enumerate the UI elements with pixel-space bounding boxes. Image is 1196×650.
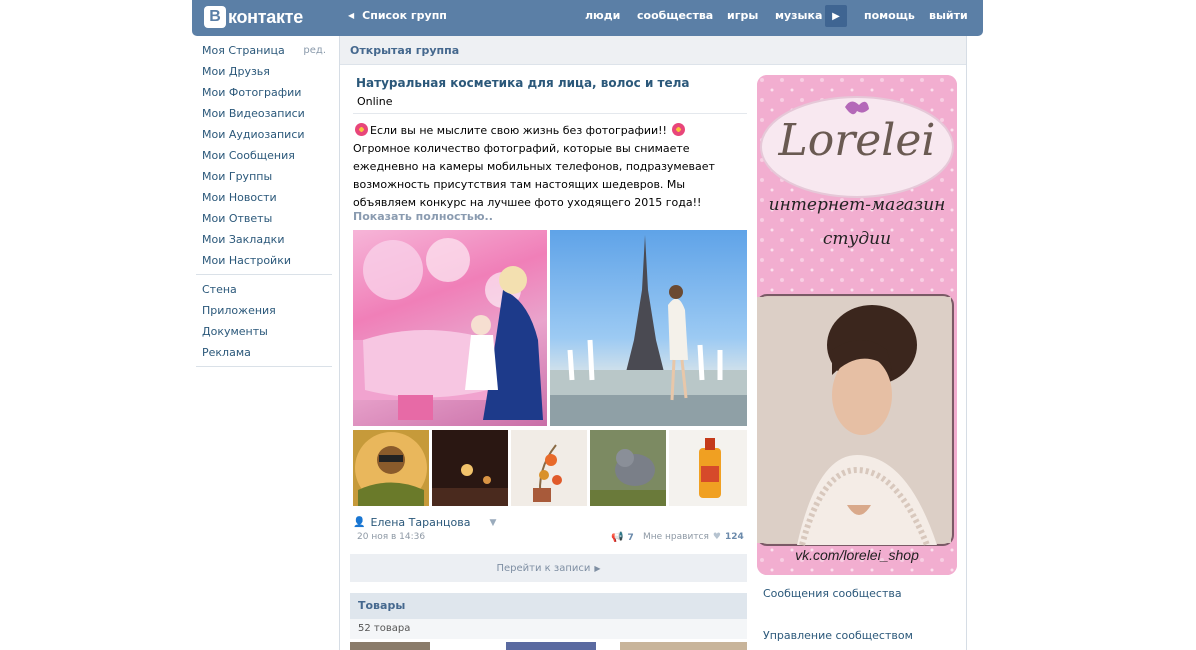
goods-thumb[interactable] [506,642,596,650]
like-count: 124 [725,532,744,542]
thumb-art [699,438,721,498]
show-more-link[interactable]: Показать полностью.. [353,210,493,223]
user-icon: 👤 [353,517,366,528]
sidebar-item-bookmarks[interactable]: Мои Закладки [196,229,332,250]
sidebar-item-photos[interactable]: Мои Фотографии [196,82,332,103]
goods-thumb[interactable] [350,642,430,650]
party-photo-art [353,238,543,420]
thumb-art [355,432,427,506]
post-thumb-1[interactable] [353,430,429,506]
sidebar-item-messages[interactable]: Мои Сообщения [196,145,332,166]
nav-music[interactable]: музыка [775,9,822,22]
goods-header[interactable]: Товары [350,593,747,619]
post-text: Если вы не мыслите свою жизнь без фотогр… [353,122,747,212]
go-to-post-label: Перейти к записи [496,562,591,574]
vk-logo-text: контакте [228,6,303,27]
like-label: Мне нравится [643,532,709,542]
post-photo-eiffel[interactable] [550,230,747,426]
community-manage-link[interactable]: Управление сообществом [763,629,913,642]
chevron-right-icon: ▶ [594,563,601,573]
thumb-art [533,444,562,502]
sidebar-item-wall[interactable]: Стена [196,279,332,300]
megaphone-icon: 📢 [611,532,624,543]
community-messages-link[interactable]: Сообщения сообщества [763,587,902,600]
back-to-groups-label: Список групп [362,9,447,22]
post-date[interactable]: 20 ноя в 14:36 [357,532,425,542]
sidebar-item-apps[interactable]: Приложения [196,300,332,321]
nav-people[interactable]: люди [585,9,620,22]
sidebar-item-answers[interactable]: Мои Ответы [196,208,332,229]
sidebar-item-groups[interactable]: Мои Группы [196,166,332,187]
nav-logout[interactable]: выйти [929,9,968,22]
post-body: Огромное количество фотографий, которые … [353,142,715,209]
banner-line-2: студии [822,229,892,249]
thumb-art [432,464,508,506]
sidebar-item-settings[interactable]: Мои Настройки [196,250,332,271]
sidebar-item-videos[interactable]: Мои Видеозаписи [196,103,332,124]
flower-emoji-icon [672,123,686,136]
group-status: Online [357,95,393,108]
eiffel-photo-art [550,235,747,426]
banner-line-1: интернет-магазин [768,195,946,215]
like-button[interactable]: Мне нравится ♥ 124 [643,532,744,542]
goods-thumb[interactable] [620,642,747,650]
post-thumb-3[interactable] [511,430,587,506]
go-to-post-button[interactable]: Перейти к записи ▶ [350,554,747,582]
group-type-header: Открытая группа [340,36,966,65]
sidebar-item-ads[interactable]: Реклама [196,342,332,363]
back-arrow-icon: ◀ [348,11,355,20]
left-sidebar: Моя Страница ред. Мои Друзья Мои Фотогра… [196,40,332,371]
vk-logo-mark: В [204,6,226,28]
flower-emoji-icon [355,123,368,136]
thumb-art [590,449,666,506]
divider [353,113,747,114]
top-bar: В контакте ◀ Список групп люди сообществ… [192,0,983,36]
group-title: Натуральная косметика для лица, волос и … [356,76,690,90]
post-thumb-5[interactable] [669,430,747,506]
edit-link[interactable]: ред. [303,40,326,61]
sidebar-item-news[interactable]: Мои Новости [196,187,332,208]
sidebar-item-my-page[interactable]: Моя Страница ред. [196,40,332,61]
post-thumb-2[interactable] [432,430,508,506]
group-avatar-banner[interactable]: Lorelei интернет-магазин студии vk.com/l… [757,75,957,575]
back-to-groups-link[interactable]: ◀ Список групп [348,9,447,22]
sidebar-divider [196,366,332,367]
sidebar-item-audio[interactable]: Мои Аудиозаписи [196,124,332,145]
post-author[interactable]: 👤 Елена Таранцова ▼ [353,516,496,529]
nav-games[interactable]: игры [727,9,758,22]
group-page: Открытая группа Натуральная косметика дл… [339,36,967,650]
post-thumb-4[interactable] [590,430,666,506]
post-first-line: Если вы не мыслите свою жизнь без фотогр… [370,124,667,137]
goods-count: 52 товара [350,619,747,639]
heart-icon: ♥ [712,532,721,542]
sidebar-item-documents[interactable]: Документы [196,321,332,342]
banner-url: vk.com/lorelei_shop [795,547,919,563]
music-play-icon[interactable]: ▶ [825,5,847,27]
sidebar-item-label: Моя Страница [202,44,285,57]
repost-count: 7 [627,532,634,543]
chevron-down-icon[interactable]: ▼ [489,518,496,528]
repost-button[interactable]: 📢 7 [611,532,634,543]
author-name: Елена Таранцова [370,516,471,529]
nav-communities[interactable]: сообщества [637,9,713,22]
sidebar-divider [196,274,332,275]
nav-help[interactable]: помощь [864,9,915,22]
sidebar-item-friends[interactable]: Мои Друзья [196,61,332,82]
banner-brand: Lorelei [778,115,936,166]
vk-logo[interactable]: В контакте [204,5,303,29]
post-photo-party[interactable] [353,230,547,426]
